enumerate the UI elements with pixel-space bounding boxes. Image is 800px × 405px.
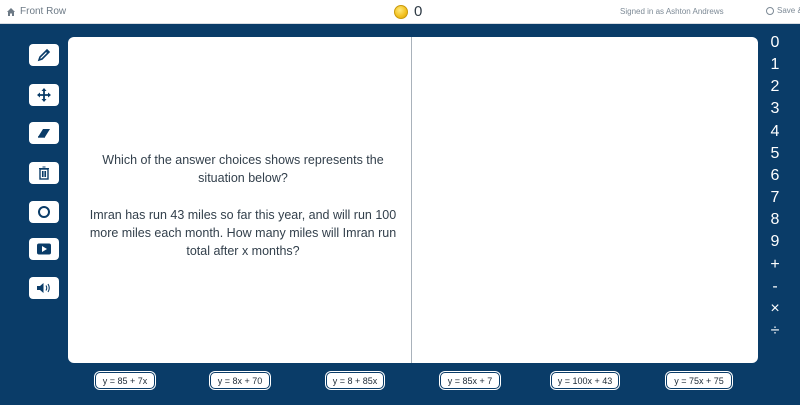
key-9[interactable]: 9 <box>762 233 788 251</box>
speaker-tool-button[interactable] <box>29 277 59 299</box>
work-area[interactable] <box>412 37 758 363</box>
question-situation: Imran has run 43 miles so far this year,… <box>89 208 397 258</box>
key-5[interactable]: 5 <box>762 145 788 163</box>
key-2[interactable]: 2 <box>762 78 788 96</box>
trash-icon <box>39 166 49 180</box>
speaker-icon <box>37 283 50 293</box>
coin-icon <box>394 4 408 19</box>
coin-count: 0 <box>414 3 423 20</box>
answer-choice-5[interactable]: y = 100x + 43 <box>551 372 619 389</box>
key-times[interactable]: × <box>762 300 788 318</box>
key-divide[interactable]: ÷ <box>762 322 788 340</box>
top-bar: Front Row 0 Signed in as Ashton Andrews … <box>0 0 800 24</box>
save-button[interactable]: Save & C <box>766 6 800 15</box>
pencil-icon <box>37 48 51 62</box>
key-plus[interactable]: + <box>762 256 788 274</box>
answer-choice-3[interactable]: y = 8 + 85x <box>326 372 384 389</box>
pencil-tool-button[interactable] <box>29 44 59 66</box>
answer-choice-1[interactable]: y = 85 + 7x <box>95 372 155 389</box>
key-6[interactable]: 6 <box>762 167 788 185</box>
key-7[interactable]: 7 <box>762 189 788 207</box>
key-0[interactable]: 0 <box>762 34 788 52</box>
answer-choice-4[interactable]: y = 85x + 7 <box>440 372 500 389</box>
coin-display: 0 <box>394 3 422 20</box>
key-4[interactable]: 4 <box>762 123 788 141</box>
trash-tool-button[interactable] <box>29 162 59 184</box>
answer-choice-6[interactable]: y = 75x + 75 <box>666 372 732 389</box>
key-3[interactable]: 3 <box>762 100 788 118</box>
eraser-icon <box>38 129 50 138</box>
video-icon <box>37 243 51 255</box>
move-tool-button[interactable] <box>29 84 59 106</box>
eraser-tool-button[interactable] <box>29 122 59 144</box>
home-link[interactable]: Front Row <box>6 6 66 17</box>
circle-tool-button[interactable] <box>29 201 59 223</box>
home-label: Front Row <box>20 6 67 17</box>
video-tool-button[interactable] <box>29 238 59 260</box>
question-card: Which of the answer choices shows repres… <box>68 37 758 363</box>
signed-in-text: Signed in as Ashton Andrews <box>620 7 724 16</box>
key-minus[interactable]: - <box>762 278 788 296</box>
move-icon <box>37 88 51 102</box>
key-1[interactable]: 1 <box>762 56 788 74</box>
save-label: Save & C <box>777 6 800 15</box>
home-icon <box>7 7 15 16</box>
key-8[interactable]: 8 <box>762 211 788 229</box>
question-prompt: Which of the answer choices shows repres… <box>102 153 384 185</box>
power-icon <box>766 6 774 15</box>
answer-choice-2[interactable]: y = 8x + 70 <box>210 372 270 389</box>
circle-icon <box>38 206 50 218</box>
